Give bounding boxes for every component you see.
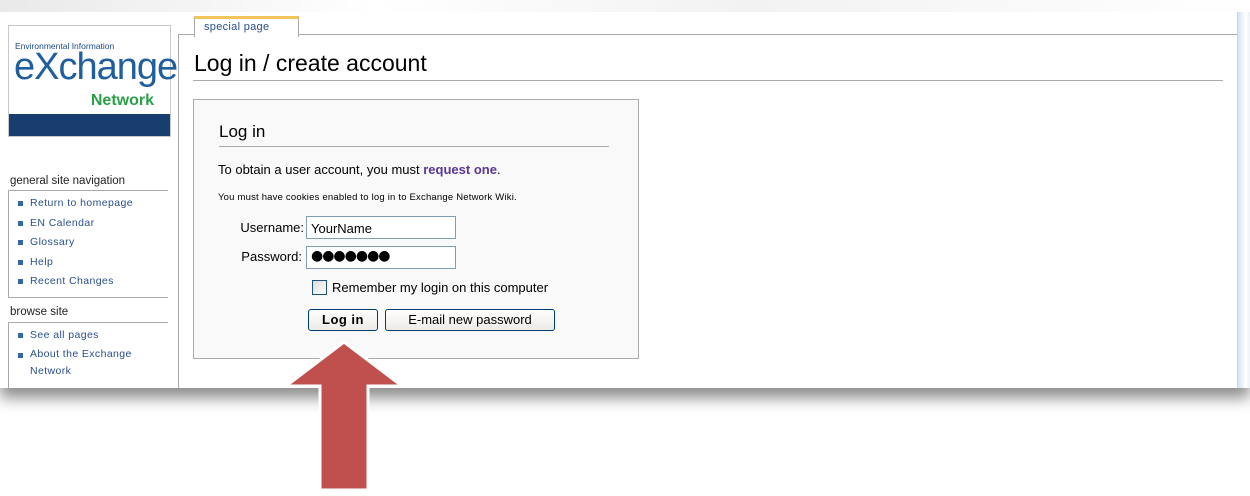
nav-item-glossary[interactable]: Glossary <box>16 233 168 253</box>
tab-special-page[interactable]: special page <box>194 16 299 37</box>
title-divider <box>193 80 1223 81</box>
nav-item-label: Help <box>30 255 54 268</box>
square-bullet-icon <box>18 333 23 338</box>
logo-sub: Network <box>90 92 154 109</box>
nav-item-help[interactable]: Help <box>16 253 168 273</box>
browser-window: Environmental Information eXchange Netwo… <box>0 0 1250 388</box>
top-band <box>0 0 1250 12</box>
login-button[interactable]: Log in <box>308 309 378 331</box>
remember-checkbox[interactable] <box>312 280 327 295</box>
obtain-text: To obtain a user account, you must <box>218 162 420 177</box>
obtain-end: . <box>496 162 501 177</box>
square-bullet-icon <box>18 259 23 265</box>
cookies-notice: You must have cookies enabled to log in … <box>218 192 517 203</box>
page-title: Log in / create account <box>194 50 427 76</box>
password-label: Password: <box>241 249 302 264</box>
password-field[interactable]: ●●●●●●● <box>306 246 456 269</box>
login-divider <box>219 146 609 147</box>
browse-portlet: See all pages About the Exchange Network <box>8 322 168 388</box>
browse-item-about[interactable]: About the Exchange Network <box>16 346 150 380</box>
browse-item-all-pages[interactable]: See all pages <box>16 326 168 346</box>
square-bullet-icon <box>18 201 23 206</box>
email-password-button[interactable]: E-mail new password <box>385 309 555 331</box>
site-logo[interactable]: Environmental Information eXchange Netwo… <box>8 25 178 137</box>
square-bullet-icon <box>18 240 23 245</box>
logo-bar <box>9 114 170 136</box>
logo-word: eXchange <box>14 46 178 88</box>
scrollbar[interactable] <box>1237 12 1250 388</box>
nav-heading: general site navigation <box>10 175 126 187</box>
square-bullet-icon <box>18 352 23 358</box>
nav-item-label: EN Calendar <box>30 216 95 229</box>
login-heading: Log in <box>219 122 266 141</box>
up-arrow-icon <box>284 340 404 492</box>
request-account-link[interactable]: request one <box>423 162 497 177</box>
nav-item-calendar[interactable]: EN Calendar <box>16 214 168 234</box>
nav-item-label: Return to homepage <box>30 197 133 209</box>
nav-item-label: Recent Changes <box>30 275 114 287</box>
nav-portlet: Return to homepage EN Calendar Glossary … <box>8 190 168 298</box>
nav-item-label: Glossary <box>30 236 75 248</box>
username-value: YourName <box>311 221 372 236</box>
login-form: Log in To obtain a user account, you mus… <box>193 99 639 359</box>
password-mask: ●●●●●●● <box>311 248 391 264</box>
browse-heading: browse site <box>10 306 69 318</box>
content-area: Log in / create account Log in To obtain… <box>178 34 1237 388</box>
tab-label: special page <box>204 21 270 33</box>
square-bullet-icon <box>18 279 23 284</box>
remember-label: Remember my login on this computer <box>332 280 549 295</box>
nav-item-recent-changes[interactable]: Recent Changes <box>16 272 168 292</box>
nav-item-homepage[interactable]: Return to homepage <box>16 194 168 214</box>
obtain-account-text: To obtain a user account, you must reque… <box>218 162 501 177</box>
browse-item-label: See all pages <box>30 329 99 341</box>
browse-item-label: About the Exchange Network <box>30 347 132 377</box>
square-bullet-icon <box>18 220 23 226</box>
username-label: Username: <box>240 220 304 235</box>
username-field[interactable]: YourName <box>306 216 456 239</box>
